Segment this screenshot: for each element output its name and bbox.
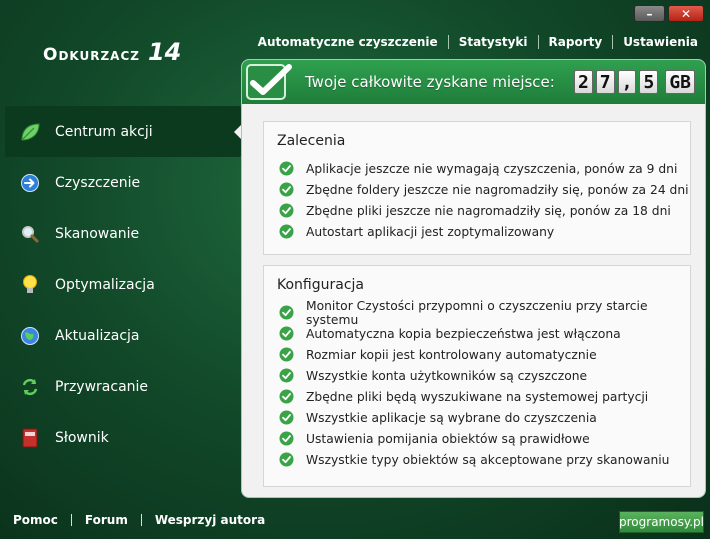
check-circle-icon <box>279 452 294 467</box>
counter-digit: 2 <box>573 70 593 94</box>
menu-separator <box>447 35 449 49</box>
sidebar-item-label: Optymalizacja <box>55 276 155 293</box>
sidebar-item-dictionary[interactable]: Słownik <box>5 412 241 463</box>
counter-digit: , <box>617 70 637 94</box>
sidebar-item-restore[interactable]: Przywracanie <box>5 361 241 412</box>
programosy-badge[interactable]: programosy.pl <box>619 511 704 533</box>
help-link[interactable]: Pomoc <box>13 513 58 527</box>
check-circle-icon <box>279 305 294 320</box>
recommendations-section: Zalecenia Aplikacje jeszcze nie wymagają… <box>263 121 691 255</box>
list-item-text: Monitor Czystości przypomni o czyszczeni… <box>306 298 648 327</box>
leaf-icon <box>19 121 41 143</box>
list-item-text: Ustawienia pomijania obiektów są prawidł… <box>306 431 590 446</box>
checkmark-icon <box>246 64 292 100</box>
check-circle-icon <box>279 161 294 176</box>
menu-reports[interactable]: Raporty <box>539 35 613 49</box>
sidebar-item-label: Czyszczenie <box>55 174 141 191</box>
app-window: – ✕ Odkurzacz 14 Automatyczne czyszczeni… <box>0 0 710 539</box>
lightbulb-icon <box>19 274 41 296</box>
check-circle-icon <box>279 389 294 404</box>
list-item-text: Aplikacje jeszcze nie wymagają czyszczen… <box>306 161 678 176</box>
menu-automatic-cleaning[interactable]: Automatyczne czyszczenie <box>248 35 448 49</box>
check-circle-icon <box>279 203 294 218</box>
check-circle-icon <box>279 182 294 197</box>
logo-version: 14 <box>147 38 182 66</box>
footer-separator <box>140 514 142 526</box>
check-circle-icon <box>279 326 294 341</box>
check-circle-icon <box>279 410 294 425</box>
list-item-text: Automatyczna kopia bezpieczeństwa jest w… <box>306 326 621 341</box>
counter-digit: 5 <box>639 70 659 94</box>
footer-separator <box>70 514 72 526</box>
window-controls: – ✕ <box>634 5 704 22</box>
list-item: Wszystkie typy obiektów są akceptowane p… <box>279 449 690 470</box>
sidebar-item-label: Skanowanie <box>55 225 140 242</box>
configuration-list: Monitor Czystości przypomni o czyszczeni… <box>264 299 690 470</box>
sidebar-item-update[interactable]: Aktualizacja <box>5 310 241 361</box>
list-item-text: Autostart aplikacji jest zoptymalizowany <box>306 224 555 239</box>
menu-separator <box>612 35 614 49</box>
counter-digit: 7 <box>595 70 615 94</box>
sidebar-item-label: Aktualizacja <box>55 327 140 344</box>
list-item-text: Zbędne pliki będą wyszukiwane na systemo… <box>306 389 649 404</box>
globe-icon <box>19 325 41 347</box>
sidebar-item-optimization[interactable]: Optymalizacja <box>5 259 241 310</box>
footer-links: Pomoc Forum Wesprzyj autora <box>13 513 265 527</box>
list-item: Wszystkie aplikacje są wybrane do czyszc… <box>279 407 690 428</box>
restore-arrows-icon <box>19 376 41 398</box>
sidebar-item-label: Przywracanie <box>55 378 149 395</box>
configuration-section: Konfiguracja Monitor Czystości przypomni… <box>263 265 691 487</box>
saved-space-counter: 2 7 , 5 GB <box>573 70 695 94</box>
list-item: Rozmiar kopii jest kontrolowany automaty… <box>279 344 690 365</box>
arrow-right-circle-icon <box>19 172 41 194</box>
sidebar-item-label: Centrum akcji <box>55 123 153 140</box>
list-item-text: Zbędne pliki jeszcze nie nagromadziły si… <box>306 203 671 218</box>
check-circle-icon <box>279 431 294 446</box>
list-item: Monitor Czystości przypomni o czyszczeni… <box>279 299 690 327</box>
magnifier-icon <box>19 223 41 245</box>
dictionary-book-icon <box>19 427 41 449</box>
logo-name: Odkurzacz <box>43 45 140 65</box>
list-item: Aplikacje jeszcze nie wymagają czyszczen… <box>279 158 690 179</box>
list-item: Ustawienia pomijania obiektów są prawidł… <box>279 428 690 449</box>
sidebar-item-scanning[interactable]: Skanowanie <box>5 208 241 259</box>
section-title: Zalecenia <box>277 133 346 149</box>
counter-unit: GB <box>665 70 695 94</box>
check-circle-icon <box>279 224 294 239</box>
check-circle-icon <box>279 368 294 383</box>
sidebar-item-action-center[interactable]: Centrum akcji <box>5 106 242 157</box>
support-author-link[interactable]: Wesprzyj autora <box>155 513 265 527</box>
list-item: Autostart aplikacji jest zoptymalizowany <box>279 221 690 242</box>
recommendations-list: Aplikacje jeszcze nie wymagają czyszczen… <box>264 158 690 242</box>
list-item: Zbędne foldery jeszcze nie nagromadziły … <box>279 179 690 200</box>
section-title: Konfiguracja <box>277 277 365 293</box>
list-item: Zbędne pliki jeszcze nie nagromadziły si… <box>279 200 690 221</box>
saved-space-header: Twoje całkowite zyskane miejsce: 2 7 , 5… <box>242 60 705 104</box>
list-item: Zbędne pliki będą wyszukiwane na systemo… <box>279 386 690 407</box>
menu-separator <box>537 35 539 49</box>
app-logo: Odkurzacz 14 <box>43 38 181 66</box>
list-item-text: Wszystkie typy obiektów są akceptowane p… <box>306 452 670 467</box>
forum-link[interactable]: Forum <box>85 513 128 527</box>
sidebar: Centrum akcji Czyszczenie Skanowanie Opt… <box>5 106 242 463</box>
saved-space-label: Twoje całkowite zyskane miejsce: <box>305 73 555 91</box>
list-item-text: Rozmiar kopii jest kontrolowany automaty… <box>306 347 597 362</box>
sidebar-item-cleaning[interactable]: Czyszczenie <box>5 157 241 208</box>
top-menu: Automatyczne czyszczenie Statystyki Rapo… <box>248 35 698 49</box>
list-item-text: Zbędne foldery jeszcze nie nagromadziły … <box>306 182 689 197</box>
check-circle-icon <box>279 347 294 362</box>
minimize-button[interactable]: – <box>634 5 665 22</box>
list-item-text: Wszystkie aplikacje są wybrane do czyszc… <box>306 410 597 425</box>
list-item-text: Wszystkie konta użytkowników są czyszczo… <box>306 368 588 383</box>
sidebar-item-label: Słownik <box>55 429 109 446</box>
action-center-panel: Twoje całkowite zyskane miejsce: 2 7 , 5… <box>241 59 706 498</box>
list-item: Wszystkie konta użytkowników są czyszczo… <box>279 365 690 386</box>
menu-statistics[interactable]: Statystyki <box>449 35 538 49</box>
close-button[interactable]: ✕ <box>668 5 704 22</box>
menu-settings[interactable]: Ustawienia <box>613 35 698 49</box>
